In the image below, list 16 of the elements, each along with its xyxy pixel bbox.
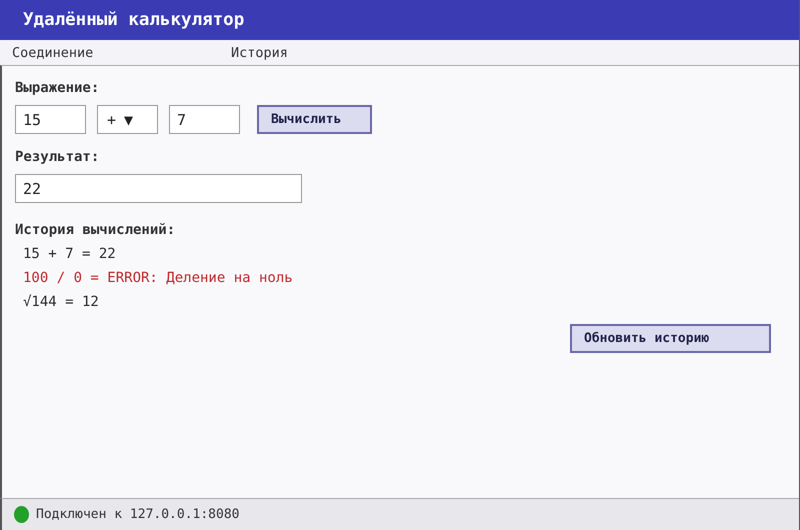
window-title: Удалённый калькулятор xyxy=(23,10,244,30)
operator-dropdown[interactable]: + ▼ xyxy=(97,105,158,134)
field-label: Результат: xyxy=(15,149,100,167)
status-text: Подключен к 127.0.0.1:8080 xyxy=(36,507,240,522)
section-label: История вычислений: xyxy=(15,222,176,240)
menu-item[interactable]: Соединение xyxy=(12,44,231,60)
number-field[interactable]: 7 xyxy=(169,105,240,134)
history-entry: √144 = 12 xyxy=(23,294,100,312)
refresh-history-button[interactable]: Обновить историю xyxy=(570,324,771,353)
history-entry: 15 + 7 = 22 xyxy=(23,246,117,264)
result-field: 22 xyxy=(15,174,302,203)
number-field[interactable]: 15 xyxy=(15,105,86,134)
field-label: Выражение: xyxy=(15,80,100,98)
menu-item[interactable]: История xyxy=(231,44,450,60)
history-entry: 100 / 0 = ERROR: Деление на ноль xyxy=(23,270,294,288)
calculate-button[interactable]: Вычислить xyxy=(257,105,372,134)
